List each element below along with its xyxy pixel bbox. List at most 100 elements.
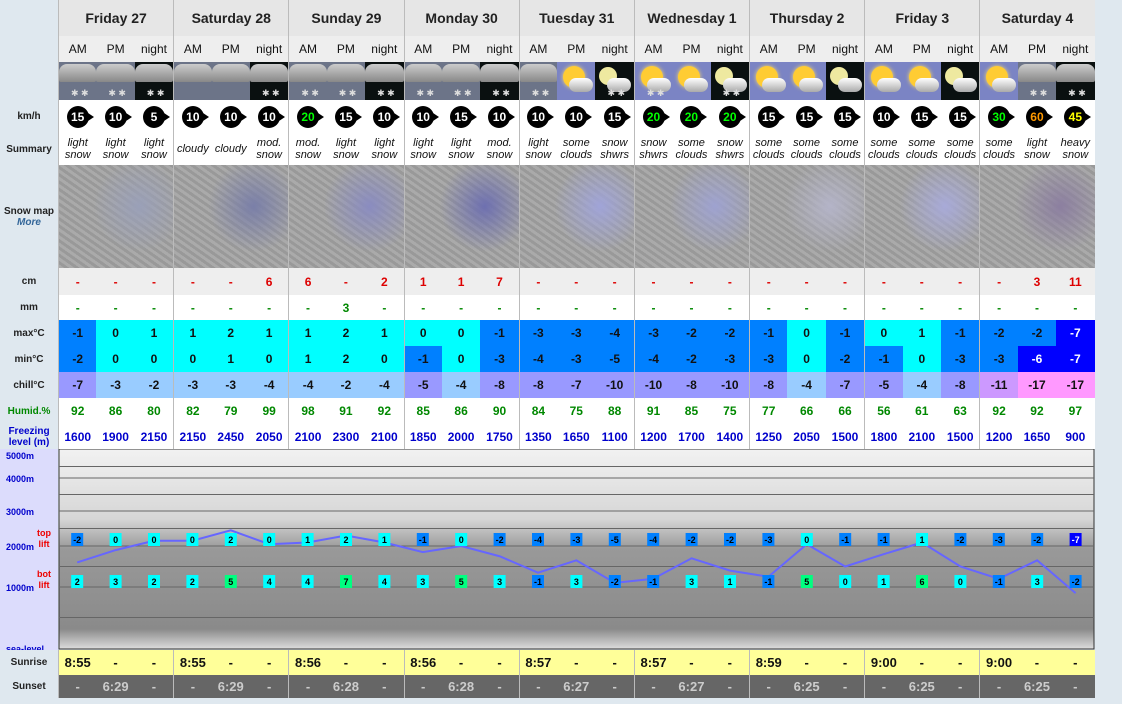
- freezing-level: 1100: [595, 424, 634, 449]
- sunset-time: -: [173, 675, 212, 698]
- snow-map-image[interactable]: [518, 165, 634, 268]
- freezing-row: Freezing level (m) 1600 1900 2150 2150 2450 20…: [0, 424, 1095, 449]
- sunrise-time: -: [672, 650, 711, 675]
- rain-mm: -: [633, 295, 673, 320]
- wind-speed: 15: [834, 105, 861, 128]
- snow-cm: -: [940, 268, 980, 295]
- summary-row: Summary light snow light snow light snow clo…: [0, 133, 1095, 165]
- wind-chill: -7: [825, 372, 865, 398]
- wind-speed: 15: [795, 105, 823, 128]
- min-temp-label: min°C: [0, 346, 58, 372]
- day-header[interactable]: Wednesday 1: [633, 0, 750, 36]
- day-header[interactable]: Thursday 2: [749, 0, 865, 36]
- wind-chill: -8: [940, 372, 980, 398]
- corner: [0, 36, 58, 62]
- wind-speed-icon: 15: [441, 100, 481, 133]
- day-header[interactable]: Friday 3: [864, 0, 980, 36]
- bot-lift-temp: 0: [843, 577, 848, 587]
- bot-lift-temp: 3: [574, 577, 579, 587]
- moon-cloud-snow-icon: ✱ ✱: [710, 62, 750, 100]
- wind-chill: -8: [518, 372, 558, 398]
- snow-map-image[interactable]: [979, 165, 1095, 268]
- mountain-backdrop: [58, 449, 1095, 650]
- min-temp: -1: [864, 346, 903, 372]
- wind-speed: 10: [219, 105, 247, 128]
- bot-lift-temp: 5: [228, 577, 233, 587]
- wind-speed-icon: 15: [825, 100, 865, 133]
- wind-chill: -5: [403, 372, 442, 398]
- bot-lift-temp: -1: [995, 577, 1003, 587]
- freezing-level: 1650: [1017, 424, 1057, 449]
- summary-label: Summary: [0, 133, 58, 165]
- wind-speed: 30: [988, 105, 1016, 128]
- max-temp: 1: [288, 320, 327, 346]
- rain-mm: 3: [326, 295, 366, 320]
- wind-chill: -7: [557, 372, 596, 398]
- top-lift-temp: 0: [151, 535, 156, 545]
- freezing-level: 1800: [864, 424, 903, 449]
- rain-mm: -: [518, 295, 558, 320]
- sunset-time: -: [825, 675, 865, 698]
- weather-summary: mod. snow: [249, 133, 289, 165]
- top-lift-temp: -1: [880, 535, 888, 545]
- snow-map-image[interactable]: [633, 165, 750, 268]
- sunrise-time: 8:59: [749, 650, 788, 675]
- max-temp: -4: [595, 320, 634, 346]
- day-header[interactable]: Saturday 4: [979, 0, 1095, 36]
- top-lift-temp: 0: [267, 535, 272, 545]
- sunset-label: Sunset: [0, 675, 58, 698]
- freezing-level: 1400: [710, 424, 750, 449]
- snow-cm: -: [825, 268, 865, 295]
- snow-map-image[interactable]: [288, 165, 404, 268]
- wind-speed-icon: 10: [173, 100, 212, 133]
- wind-chill: -17: [1056, 372, 1095, 398]
- bot-lift-temp: 1: [881, 577, 886, 587]
- sunrise-time: -: [595, 650, 634, 675]
- freezing-level: 1250: [749, 424, 788, 449]
- snow-map-image[interactable]: [749, 165, 865, 268]
- wind-speed-icon: 60: [1017, 100, 1057, 133]
- day-header[interactable]: Sunday 29: [288, 0, 404, 36]
- snow-map-more-link[interactable]: More: [17, 217, 41, 228]
- top-lift-temp: 0: [459, 535, 464, 545]
- wind-chill: -11: [979, 372, 1018, 398]
- snow-map-image[interactable]: [58, 165, 174, 268]
- corner: [0, 0, 58, 36]
- wind-speed-icon: 15: [749, 100, 788, 133]
- day-header[interactable]: Tuesday 31: [518, 0, 634, 36]
- period-label: night: [940, 36, 980, 62]
- wind-speed-icon: 15: [787, 100, 826, 133]
- period-label: night: [480, 36, 519, 62]
- period-label: PM: [326, 36, 366, 62]
- humidity: 77: [749, 398, 788, 424]
- wind-speed-icon: 20: [633, 100, 673, 133]
- snow-map-image[interactable]: [403, 165, 519, 268]
- snow-map-image[interactable]: [864, 165, 980, 268]
- period-label: PM: [902, 36, 941, 62]
- snow-row: cm - - - - -6 6-2 1 1 7- - - - - - - - - - - - -3 11: [0, 268, 1095, 295]
- sunrise-time: 8:57: [633, 650, 673, 675]
- bot-lift-temp: 3: [420, 577, 425, 587]
- sunset-time: -: [1056, 675, 1095, 698]
- cloud-snow-night-icon: ✱ ✱: [134, 62, 174, 100]
- sunrise-time: -: [825, 650, 865, 675]
- sunset-time: -: [979, 675, 1018, 698]
- humidity: 97: [1056, 398, 1095, 424]
- wind-speed-icon: 20: [288, 100, 327, 133]
- day-header[interactable]: Monday 30: [403, 0, 519, 36]
- sunrise-time: -: [96, 650, 135, 675]
- wind-speed: 10: [527, 105, 555, 128]
- max-temp: -2: [710, 320, 750, 346]
- rain-mm: -: [211, 295, 250, 320]
- wind-chill: -8: [672, 372, 711, 398]
- top-lift-label: top: [37, 528, 51, 538]
- min-temp: -3: [979, 346, 1018, 372]
- min-temp: -4: [518, 346, 558, 372]
- bot-lift-temp: 4: [267, 577, 272, 587]
- day-header[interactable]: Friday 27: [58, 0, 174, 36]
- snow-map-image[interactable]: [173, 165, 289, 268]
- wind-speed: 10: [412, 105, 440, 128]
- day-header[interactable]: Saturday 28: [173, 0, 289, 36]
- bot-lift-temp: -1: [649, 577, 657, 587]
- sun-cloud-icon: [864, 62, 903, 100]
